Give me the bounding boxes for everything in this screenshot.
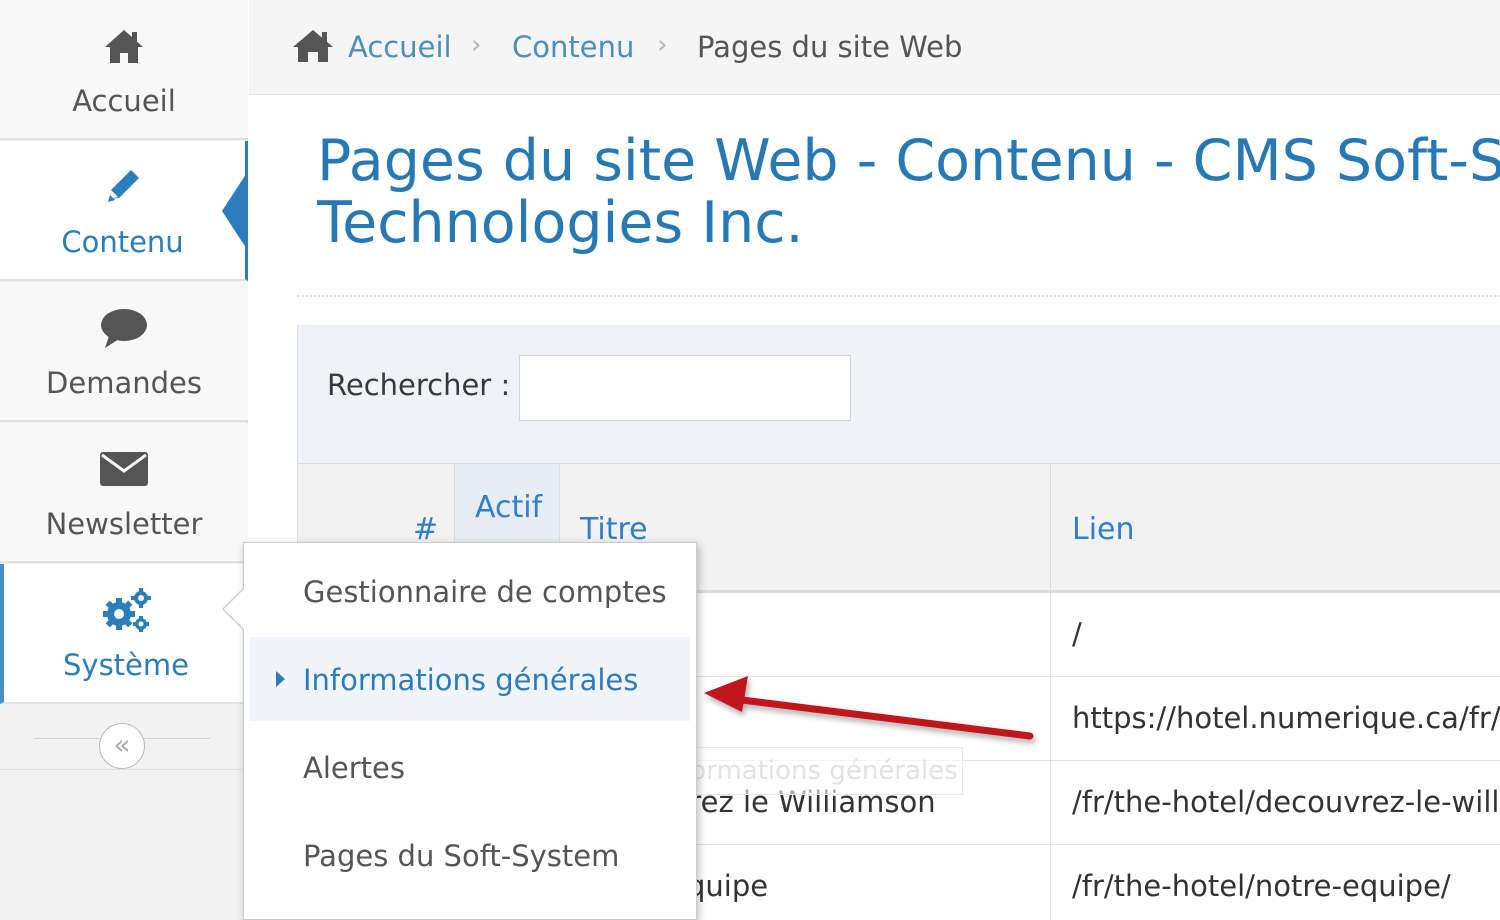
search-input[interactable] <box>519 355 851 421</box>
pencil-icon <box>0 165 245 209</box>
sidebar-collapse-row: « <box>0 706 248 770</box>
sidebar-item-label: Contenu <box>61 225 184 259</box>
sidebar-item-newsletter[interactable]: Newsletter <box>0 423 248 563</box>
sidebar-item-demandes[interactable]: Demandes <box>0 282 248 422</box>
sidebar-item-label: Newsletter <box>45 507 203 541</box>
sidebar-item-label: Accueil <box>72 84 176 118</box>
sidebar-item-systeme[interactable]: Système <box>0 564 248 704</box>
breadcrumb-separator: › <box>657 30 668 60</box>
sidebar-item-contenu[interactable]: Contenu <box>0 141 248 281</box>
submenu-item-pages-du-soft-system[interactable]: Pages du Soft-System <box>250 813 690 897</box>
comment-icon <box>0 306 248 350</box>
title-divider <box>297 295 1500 297</box>
envelope-icon <box>0 447 248 491</box>
column-header-lien[interactable]: Lien <box>1051 464 1500 591</box>
cell-lien: /fr/the-hotel/notre-equipe/ <box>1072 869 1451 903</box>
submenu-item-gestionnaire-de-comptes[interactable]: Gestionnaire de comptes <box>250 549 690 633</box>
sidebar-item-label: Demandes <box>46 366 202 400</box>
double-chevron-left-icon: « <box>113 728 131 761</box>
breadcrumb: Accueil › Contenu › Pages du site Web <box>249 0 1500 95</box>
caret-right-icon <box>276 671 285 687</box>
home-icon[interactable] <box>291 28 335 69</box>
cell-lien: /fr/the-hotel/decouvrez-le-williamson/ <box>1072 785 1500 819</box>
sidebar-item-label: Système <box>63 648 189 682</box>
page-title-line1: Pages du site Web - Contenu - CMS Soft-S… <box>317 130 1500 194</box>
submenu-item-informations-generales[interactable]: Informations générales <box>250 637 690 721</box>
breadcrumb-current: Pages du site Web <box>697 30 963 64</box>
submenu-item-alertes[interactable]: Alertes <box>250 725 690 809</box>
cell-lien: https://hotel.numerique.ca/fr/ <box>1072 701 1500 735</box>
breadcrumb-link-accueil[interactable]: Accueil <box>348 30 452 64</box>
breadcrumb-separator: › <box>471 30 482 60</box>
breadcrumb-link-contenu[interactable]: Contenu <box>512 30 634 64</box>
systeme-submenu: Gestionnaire de comptes Informations gén… <box>222 542 697 920</box>
cogs-icon <box>4 588 248 632</box>
search-label: Rechercher : <box>327 368 511 402</box>
cell-lien: / <box>1072 617 1082 651</box>
sidebar: Accueil Contenu Demandes Newsletter Syst… <box>0 0 248 920</box>
page-title: Pages du site Web - Contenu - CMS Soft-S… <box>317 130 1500 254</box>
sidebar-item-accueil[interactable]: Accueil <box>0 0 248 140</box>
home-icon <box>0 24 248 68</box>
page-title-line2: Technologies Inc. <box>317 190 804 254</box>
collapse-sidebar-button[interactable]: « <box>99 723 145 769</box>
